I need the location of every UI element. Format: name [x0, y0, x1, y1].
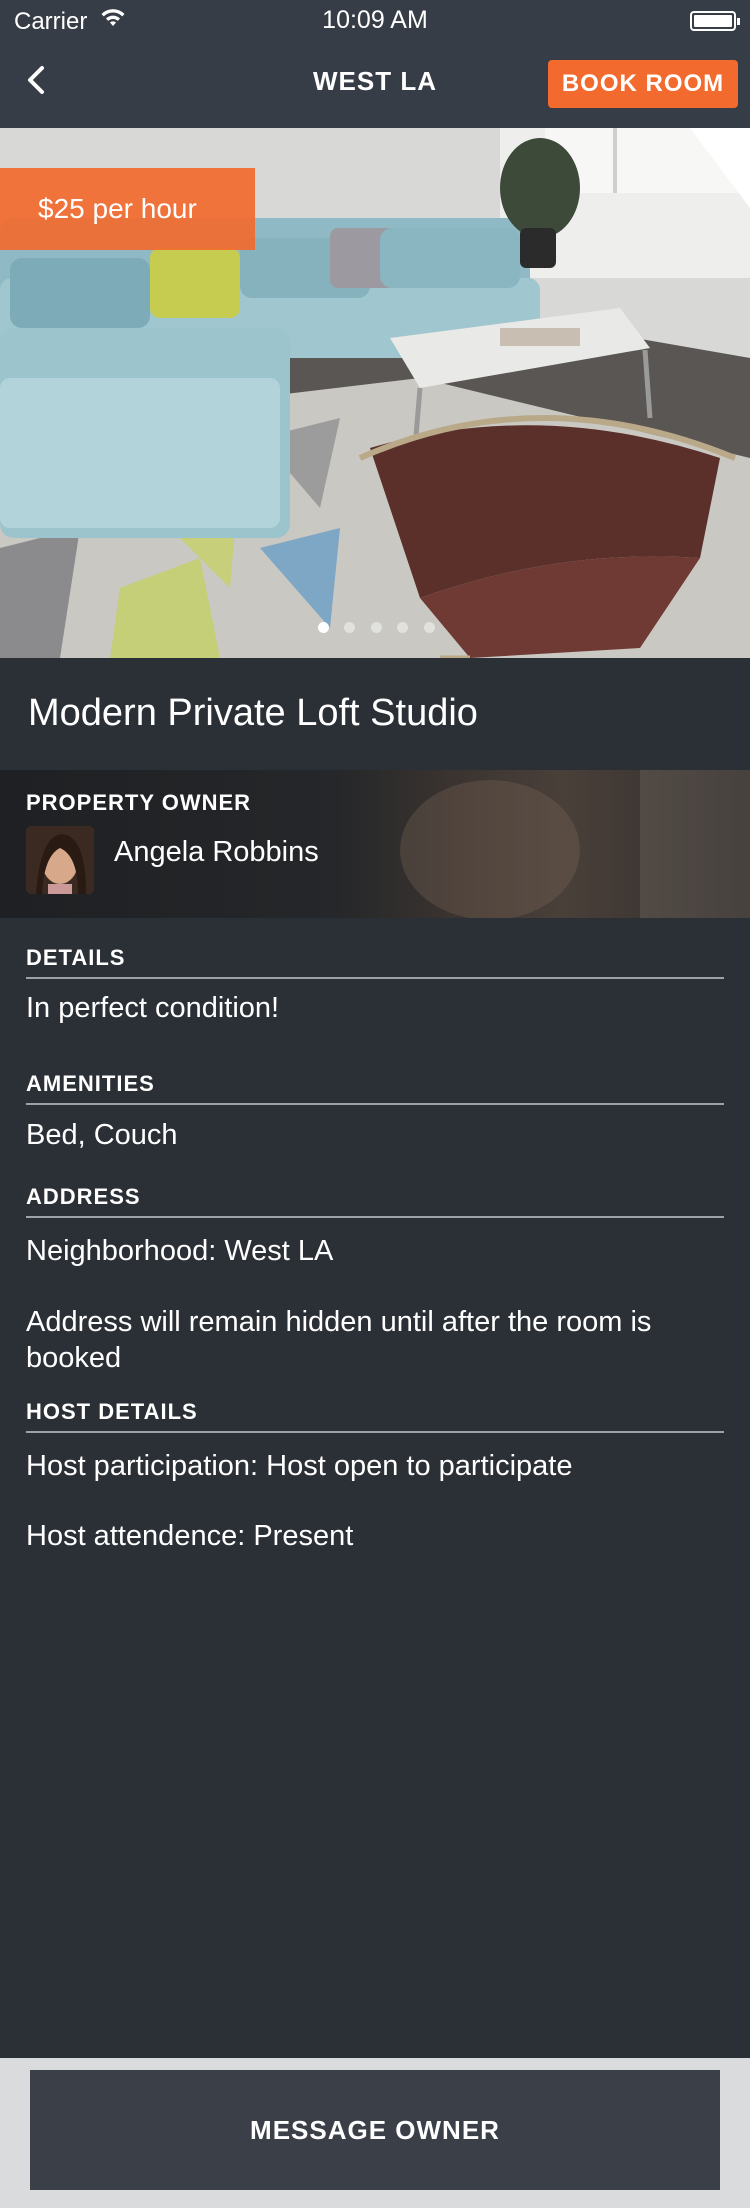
- details-heading: DETAILS: [26, 945, 126, 970]
- host-details-heading: HOST DETAILS: [26, 1399, 198, 1424]
- divider: [26, 1103, 724, 1105]
- property-owner-heading: PROPERTY OWNER: [26, 790, 252, 815]
- amenities-heading: AMENITIES: [26, 1071, 155, 1096]
- amenities-text: Bed, Couch: [26, 1119, 178, 1151]
- status-bar: Carrier 10:09 AM: [0, 0, 750, 40]
- listing-title: Modern Private Loft Studio: [28, 692, 478, 734]
- book-room-button[interactable]: BOOK ROOM: [548, 60, 738, 108]
- listing-photo[interactable]: $25 per hour: [0, 128, 750, 658]
- page-dot[interactable]: [370, 622, 382, 633]
- bottom-action-bar: MESSAGE OWNER: [0, 2058, 750, 2208]
- battery-icon: [690, 11, 740, 31]
- price-tag: $25 per hour: [0, 168, 255, 250]
- host-attendance-text: Host attendence: Present: [26, 1520, 354, 1552]
- divider: [26, 977, 724, 979]
- owner-name[interactable]: Angela Robbins: [114, 836, 319, 869]
- clock: 10:09 AM: [322, 6, 428, 34]
- nav-bar: WEST LA BOOK ROOM: [0, 40, 750, 128]
- message-owner-button[interactable]: MESSAGE OWNER: [30, 2070, 720, 2190]
- address-heading: ADDRESS: [26, 1184, 141, 1209]
- page-dot[interactable]: [397, 622, 409, 633]
- divider: [26, 1431, 724, 1433]
- owner-photo: [26, 826, 94, 894]
- page-indicator[interactable]: [318, 620, 446, 633]
- details-text: In perfect condition!: [26, 992, 280, 1024]
- page-dot[interactable]: [423, 622, 435, 633]
- neighborhood-text: Neighborhood: West LA: [26, 1235, 334, 1267]
- background-blur: [640, 770, 750, 918]
- page-dot[interactable]: [344, 622, 356, 633]
- avatar[interactable]: [26, 826, 94, 894]
- background-blur: [400, 780, 580, 918]
- host-participation-text: Host participation: Host open to partici…: [26, 1450, 573, 1482]
- page-dot[interactable]: [318, 622, 329, 633]
- property-owner-card[interactable]: PROPERTY OWNER Angela Robbins: [0, 770, 750, 918]
- divider: [26, 1216, 724, 1218]
- address-note: Address will remain hidden until after t…: [26, 1306, 652, 1374]
